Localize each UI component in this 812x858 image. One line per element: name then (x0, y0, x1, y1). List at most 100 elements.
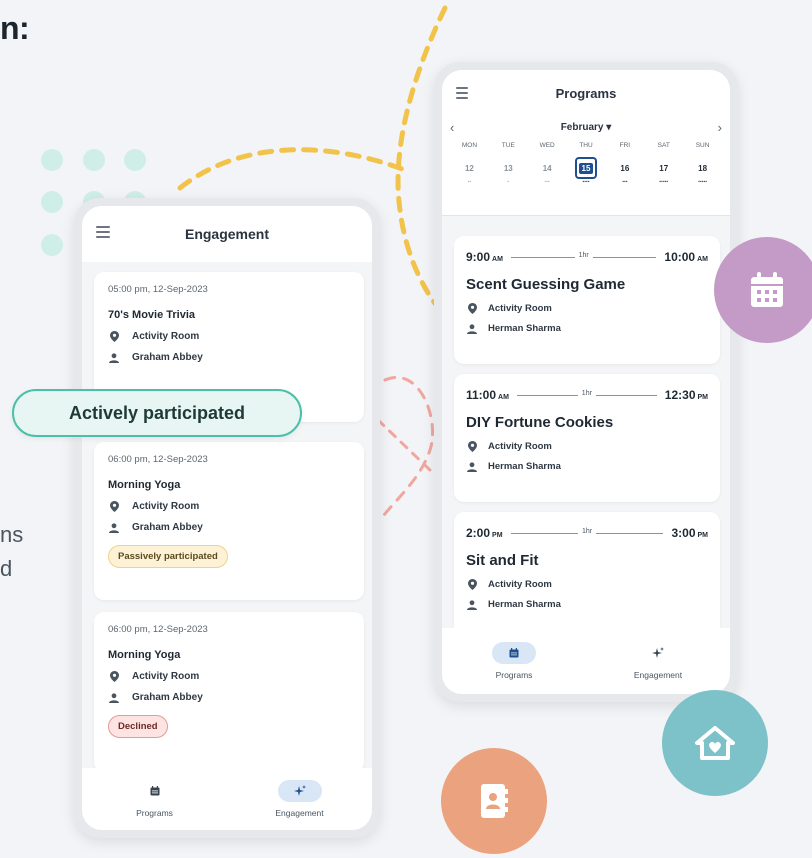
day-cell[interactable]: 18 ▪▪▪▪▪ (683, 157, 722, 186)
actively-participated-callout: Actively participated (12, 389, 302, 437)
day-number: 18 (698, 163, 708, 173)
day-names-row: MON TUE WED THU FRI SAT SUN (450, 138, 722, 149)
event-dots: ▪▪▪▪▪ (659, 179, 669, 185)
location-pin-icon (466, 303, 478, 314)
program-card[interactable]: 9:00 AM 1hr 10:00 AM Scent Guessing Game A… (454, 236, 720, 364)
calendar-icon (133, 780, 177, 802)
person-icon (108, 522, 120, 533)
location-label: Activity Room (132, 331, 200, 342)
programs-screen: Programs ‹ February ▾ › MON TUE WED THU … (442, 70, 730, 694)
day-cell-selected[interactable]: 15 ▪▪▪▪ (567, 157, 606, 185)
nav-engagement[interactable]: Engagement (586, 628, 730, 694)
card-person: Graham Abbey (108, 692, 350, 703)
menu-icon[interactable] (96, 226, 110, 241)
duration-label: 1hr (577, 527, 597, 535)
program-timeline: 2:00 PM 1hr 3:00 PM (466, 526, 708, 540)
location-pin-icon (466, 579, 478, 590)
program-name: Scent Guessing Game (466, 276, 626, 293)
headline-fragment: n: (0, 10, 30, 46)
status-badge: Declined (108, 715, 168, 738)
calendar-bubble (714, 237, 812, 343)
day-cell[interactable]: 17 ▪▪▪▪▪ (644, 157, 683, 186)
engagement-phone: Engagement 05:00 pm, 12-Sep-2023 70's Mo… (74, 198, 380, 838)
person-label: Graham Abbey (132, 692, 203, 703)
day-number: 16 (620, 163, 630, 173)
body-text-fragment: d (0, 556, 13, 581)
nav-label: Engagement (633, 670, 683, 680)
chevron-right-icon[interactable]: › (718, 120, 722, 135)
week-calendar: ‹ February ▾ › MON TUE WED THU FRI SAT S… (442, 116, 730, 216)
nav-programs[interactable]: Programs (442, 628, 586, 694)
duration-label: 1hr (577, 389, 596, 397)
start-time: 2:00 PM (466, 526, 503, 540)
card-datetime: 06:00 pm, 12-Sep-2023 (108, 624, 208, 635)
engagement-screen: Engagement 05:00 pm, 12-Sep-2023 70's Mo… (82, 206, 372, 830)
day-name: MON (461, 142, 478, 149)
bottom-nav: Programs Engagement (442, 628, 730, 694)
card-location: Activity Room (108, 331, 350, 342)
month-dropdown[interactable]: February ▾ (561, 122, 612, 133)
nav-label: Programs (136, 808, 173, 818)
day-name: THU (579, 142, 593, 149)
day-name: TUE (501, 142, 515, 149)
selected-day-number: 15 (578, 162, 594, 174)
month-label: February (560, 121, 604, 133)
program-timeline: 9:00 AM 1hr 10:00 AM (466, 250, 708, 264)
day-numbers-row: 12 ▪▪ 13 ▪ 14 ▪▪▪ 15 ▪▪▪▪ 16 ▪▪▪ 17 ▪▪▪▪▪ 18 ▪▪… (450, 149, 722, 185)
nav-engagement[interactable]: Engagement (227, 768, 372, 830)
event-dots: ▪▪▪▪ (582, 179, 590, 185)
day-name: FRI (619, 142, 631, 149)
location-label: Activity Room (132, 501, 200, 512)
location-label: Activity Room (132, 671, 200, 682)
card-location: Activity Room (108, 671, 350, 682)
engagement-header: Engagement (82, 206, 372, 262)
day-name: SAT (657, 142, 670, 149)
day-name: SUN (695, 142, 710, 149)
bottom-nav: Programs Engagement (82, 768, 372, 830)
card-person: Graham Abbey (108, 352, 350, 363)
person-label: Graham Abbey (132, 522, 203, 533)
home-bubble (662, 690, 768, 796)
calendar-icon (492, 642, 536, 664)
engagement-card[interactable]: 06:00 pm, 12-Sep-2023 Morning Yoga Activ… (94, 612, 364, 772)
card-activity-name: Morning Yoga (108, 479, 181, 491)
program-location: Activity Room (466, 579, 708, 590)
end-time: 10:00 AM (664, 250, 708, 264)
nav-label: Programs (495, 670, 533, 680)
calendar-icon (751, 272, 783, 307)
person-label: Herman Sharma (488, 599, 561, 610)
program-location: Activity Room (466, 441, 708, 452)
day-cell[interactable]: 14 ▪▪▪ (528, 157, 567, 186)
day-cell[interactable]: 16 ▪▪▪ (605, 157, 644, 186)
program-name: Sit and Fit (466, 552, 539, 569)
sparkle-icon (636, 642, 680, 664)
person-label: Herman Sharma (488, 461, 561, 472)
day-number: 17 (659, 163, 669, 173)
person-icon (466, 323, 478, 334)
chevron-left-icon[interactable]: ‹ (450, 120, 454, 135)
menu-icon[interactable] (456, 87, 468, 102)
location-label: Activity Room (488, 441, 552, 452)
program-location: Activity Room (466, 303, 708, 314)
contact-book-icon (481, 784, 508, 818)
program-person: Herman Sharma (466, 599, 708, 610)
person-icon (108, 352, 120, 363)
contact-bubble (441, 748, 547, 854)
person-label: Graham Abbey (132, 352, 203, 363)
event-dots: ▪▪ (467, 179, 472, 185)
location-pin-icon (108, 331, 120, 342)
program-card[interactable]: 11:00 AM 1hr 12:30 PM DIY Fortune Cookies … (454, 374, 720, 502)
duration-line: 1hr (516, 389, 657, 397)
card-person: Graham Abbey (108, 522, 350, 533)
engagement-card[interactable]: 06:00 pm, 12-Sep-2023 Morning Yoga Activ… (94, 442, 364, 600)
end-time: 12:30 PM (664, 388, 708, 402)
day-cell[interactable]: 13 ▪ (489, 157, 528, 186)
event-dots: ▪ (507, 179, 510, 185)
location-pin-icon (108, 671, 120, 682)
card-datetime: 05:00 pm, 12-Sep-2023 (108, 284, 208, 295)
duration-line: 1hr (510, 251, 657, 259)
program-card[interactable]: 2:00 PM 1hr 3:00 PM Sit and Fit Activity R… (454, 512, 720, 640)
event-dots: ▪▪▪ (622, 179, 628, 185)
nav-programs[interactable]: Programs (82, 768, 227, 830)
day-cell[interactable]: 12 ▪▪ (450, 157, 489, 186)
